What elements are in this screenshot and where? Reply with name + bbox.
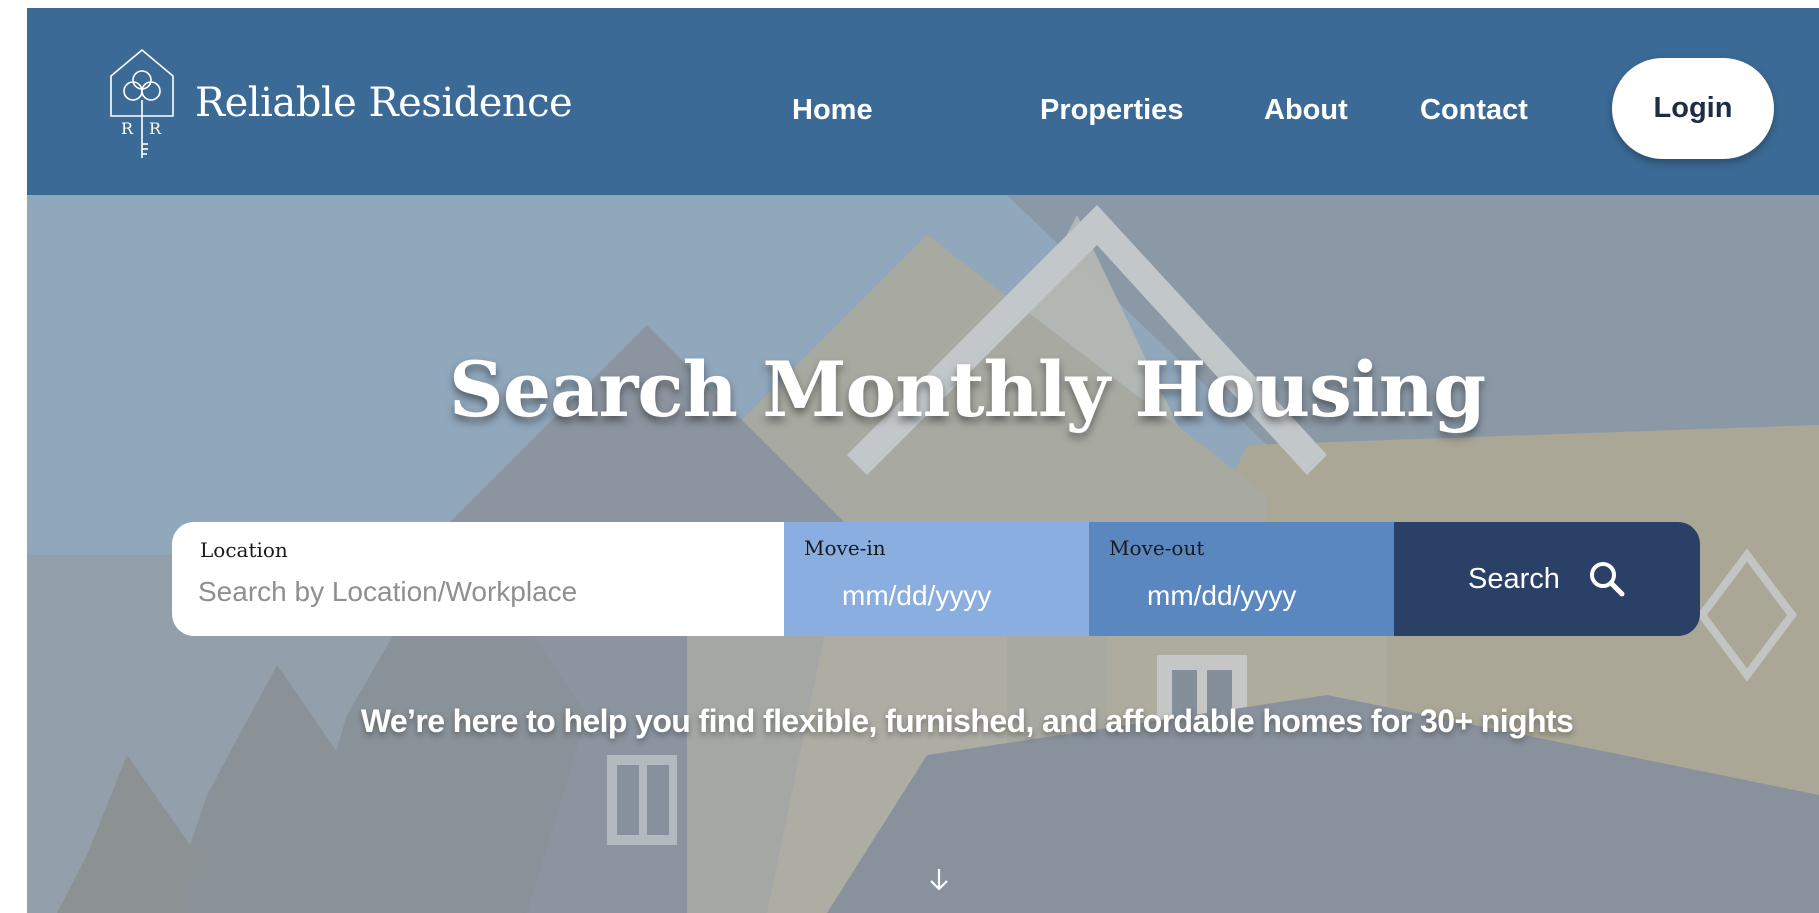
svg-text:R: R [121,119,134,138]
login-button[interactable]: Login [1612,58,1774,159]
search-button-label: Search [1468,562,1560,595]
location-label: Location [200,538,288,562]
search-icon [1589,562,1625,597]
nav-contact[interactable]: Contact [1420,94,1528,127]
move-out-date-input[interactable] [1147,576,1377,616]
nav-properties[interactable]: Properties [1040,94,1183,127]
nav-about[interactable]: About [1264,94,1348,127]
move-out-label: Move-out [1109,536,1205,560]
search-button[interactable]: Search [1394,522,1700,636]
svg-text:R: R [149,119,162,138]
move-out-segment[interactable]: Move-out [1089,522,1394,636]
brand-name[interactable]: Reliable Residence [195,80,573,126]
location-segment[interactable]: Location [172,522,784,636]
move-in-date-input[interactable] [842,576,1072,616]
move-in-segment[interactable]: Move-in [784,522,1089,636]
hero-title: Search Monthly Housing [448,345,1486,434]
nav-home[interactable]: Home [792,94,873,127]
location-input[interactable] [198,572,758,612]
site-header: R R Reliable Residence Home Properties A… [27,8,1819,195]
page-frame: R R Reliable Residence Home Properties A… [27,8,1819,913]
hero-section: Search Monthly Housing Location Move-in … [27,195,1819,913]
arrow-down-icon[interactable] [927,867,951,893]
house-clover-key-icon[interactable]: R R [109,48,175,160]
search-bar: Location Move-in Move-out Search [172,522,1700,636]
hero-tagline: We’re here to help you find flexible, fu… [360,703,1574,739]
move-in-label: Move-in [804,536,886,560]
